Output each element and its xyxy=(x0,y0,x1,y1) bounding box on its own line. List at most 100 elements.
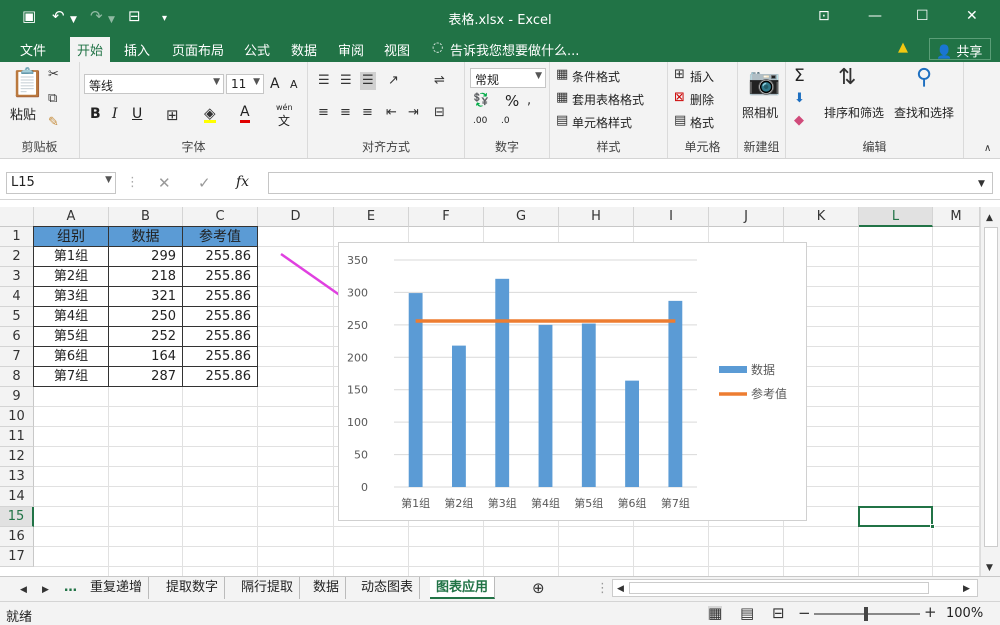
paste-icon[interactable]: 📋 xyxy=(10,68,45,98)
row-header-13[interactable]: 13 xyxy=(0,467,34,487)
decrease-indent-icon[interactable]: ⇤ xyxy=(386,106,397,120)
expand-formula-icon[interactable]: ▼ xyxy=(978,177,985,191)
fill-handle[interactable] xyxy=(930,524,935,529)
format-cells-button[interactable]: 格式 xyxy=(690,114,714,131)
ribbon-display-icon[interactable]: ⊡ xyxy=(818,8,830,24)
row-header-9[interactable]: 9 xyxy=(0,387,34,407)
accounting-format-icon[interactable]: 💱 xyxy=(473,94,489,108)
splitter-icon[interactable]: ⋮ xyxy=(596,582,609,596)
comma-style-icon[interactable]: , xyxy=(527,94,531,108)
shrink-font-icon[interactable]: A xyxy=(290,78,298,91)
phonetic-guide-icon[interactable]: 文 xyxy=(278,112,290,129)
sheet-tab[interactable]: 数据 xyxy=(307,577,347,599)
camera-button[interactable]: 照相机 xyxy=(742,104,778,121)
table-cell[interactable]: 218 xyxy=(108,266,183,287)
selected-cell[interactable] xyxy=(858,506,933,527)
row-header-1[interactable]: 1 xyxy=(0,227,34,247)
table-cell[interactable]: 第4组 xyxy=(33,306,109,327)
col-header-m[interactable]: M xyxy=(933,207,980,227)
clear-icon[interactable]: ◆ xyxy=(794,114,804,128)
formula-input[interactable] xyxy=(268,172,993,194)
align-center-icon[interactable]: ≡ xyxy=(340,106,351,120)
close-icon[interactable]: ✕ xyxy=(966,8,978,24)
tab-formulas[interactable]: 公式 xyxy=(244,40,270,59)
phonetic-icon[interactable]: wén xyxy=(276,103,293,112)
insert-function-button[interactable]: fx xyxy=(236,174,249,190)
row-header-5[interactable]: 5 xyxy=(0,307,34,327)
conditional-format-button[interactable]: 条件格式 xyxy=(572,68,620,85)
align-right-icon[interactable]: ≡ xyxy=(362,106,373,120)
row-header-8[interactable]: 8 xyxy=(0,367,34,387)
tab-view[interactable]: 视图 xyxy=(384,40,410,59)
table-cell[interactable]: 第2组 xyxy=(33,266,109,287)
scroll-right-icon[interactable]: ▶ xyxy=(963,582,970,596)
table-cell[interactable]: 252 xyxy=(108,326,183,347)
select-all-corner[interactable] xyxy=(0,207,34,227)
align-bottom-icon[interactable]: ☰ xyxy=(360,72,376,90)
row-header-6[interactable]: 6 xyxy=(0,327,34,347)
col-header-a[interactable]: A xyxy=(34,207,109,227)
tab-review[interactable]: 审阅 xyxy=(338,40,364,59)
col-header-h[interactable]: H xyxy=(559,207,634,227)
cut-icon[interactable]: ✂ xyxy=(48,68,59,82)
table-cell[interactable]: 第6组 xyxy=(33,346,109,367)
row-header-3[interactable]: 3 xyxy=(0,267,34,287)
decrease-decimal-icon[interactable]: .0 xyxy=(501,116,510,126)
sort-filter-button[interactable]: 排序和筛选 xyxy=(824,104,884,121)
insert-cells-button[interactable]: 插入 xyxy=(690,68,714,85)
table-cell[interactable]: 255.86 xyxy=(182,346,258,367)
sheet-tab[interactable]: 提取数字 xyxy=(160,577,226,599)
new-sheet-icon[interactable]: ⊕ xyxy=(532,581,545,596)
table-cell[interactable]: 255.86 xyxy=(182,286,258,307)
table-cell[interactable]: 255.86 xyxy=(182,326,258,347)
next-sheet-icon[interactable]: ▶ xyxy=(42,583,49,597)
table-cell[interactable]: 255.86 xyxy=(182,266,258,287)
table-cell[interactable]: 第1组 xyxy=(33,246,109,267)
col-header-k[interactable]: K xyxy=(784,207,859,227)
copy-icon[interactable]: ⧉ xyxy=(48,92,57,106)
col-header-f[interactable]: F xyxy=(409,207,484,227)
vertical-scroll-thumb[interactable] xyxy=(984,227,998,547)
font-color-icon[interactable]: A xyxy=(240,105,250,123)
paste-button[interactable]: 粘贴 xyxy=(10,104,36,123)
row-header-7[interactable]: 7 xyxy=(0,347,34,367)
percent-button[interactable]: % xyxy=(505,92,519,110)
zoom-level[interactable]: 100% xyxy=(946,606,983,621)
increase-decimal-icon[interactable]: .00 xyxy=(473,116,487,126)
number-format-select[interactable]: 常规 ▼ xyxy=(470,68,546,88)
table-header-cell[interactable]: 参考值 xyxy=(182,226,258,247)
tab-home[interactable]: 开始 xyxy=(70,37,111,62)
scroll-up-icon[interactable]: ▲ xyxy=(986,211,993,225)
table-cell[interactable]: 255.86 xyxy=(182,246,258,267)
format-painter-icon[interactable]: ✎ xyxy=(48,116,59,130)
sheet-tab[interactable]: 重复递增 xyxy=(84,577,150,599)
warning-icon[interactable]: ▲ xyxy=(898,40,908,55)
table-header-cell[interactable]: 组别 xyxy=(33,226,109,247)
increase-indent-icon[interactable]: ⇥ xyxy=(408,106,419,120)
cancel-icon[interactable]: ✕ xyxy=(158,176,171,191)
col-header-g[interactable]: G xyxy=(484,207,559,227)
align-top-icon[interactable]: ☰ xyxy=(318,74,330,88)
row-header-15[interactable]: 15 xyxy=(0,507,34,527)
table-header-cell[interactable]: 数据 xyxy=(108,226,183,247)
more-sheets-icon[interactable]: … xyxy=(64,581,77,595)
bold-button[interactable]: B xyxy=(90,106,101,122)
tell-me-search[interactable]: 告诉我您想要做什么... xyxy=(450,40,579,59)
wrap-text-icon[interactable]: ⇌ xyxy=(434,74,445,88)
camera-icon[interactable]: 📷 xyxy=(748,68,780,96)
col-header-c[interactable]: C xyxy=(183,207,258,227)
row-header-4[interactable]: 4 xyxy=(0,287,34,307)
prev-sheet-icon[interactable]: ◀ xyxy=(20,583,27,597)
name-box[interactable]: L15 ▼ xyxy=(6,172,116,194)
table-cell[interactable]: 250 xyxy=(108,306,183,327)
tab-file[interactable]: 文件 xyxy=(20,40,46,59)
table-cell[interactable]: 287 xyxy=(108,366,183,387)
page-break-view-icon[interactable]: ⊟ xyxy=(772,606,785,621)
share-button[interactable]: 👤 共享 xyxy=(929,38,991,60)
row-header-14[interactable]: 14 xyxy=(0,487,34,507)
tab-insert[interactable]: 插入 xyxy=(124,40,150,59)
underline-button[interactable]: U xyxy=(132,106,142,122)
border-icon[interactable]: ⊞ xyxy=(166,108,179,123)
fill-icon[interactable]: ⬇ xyxy=(794,92,805,106)
sheet-tab[interactable]: 图表应用 xyxy=(430,577,496,599)
